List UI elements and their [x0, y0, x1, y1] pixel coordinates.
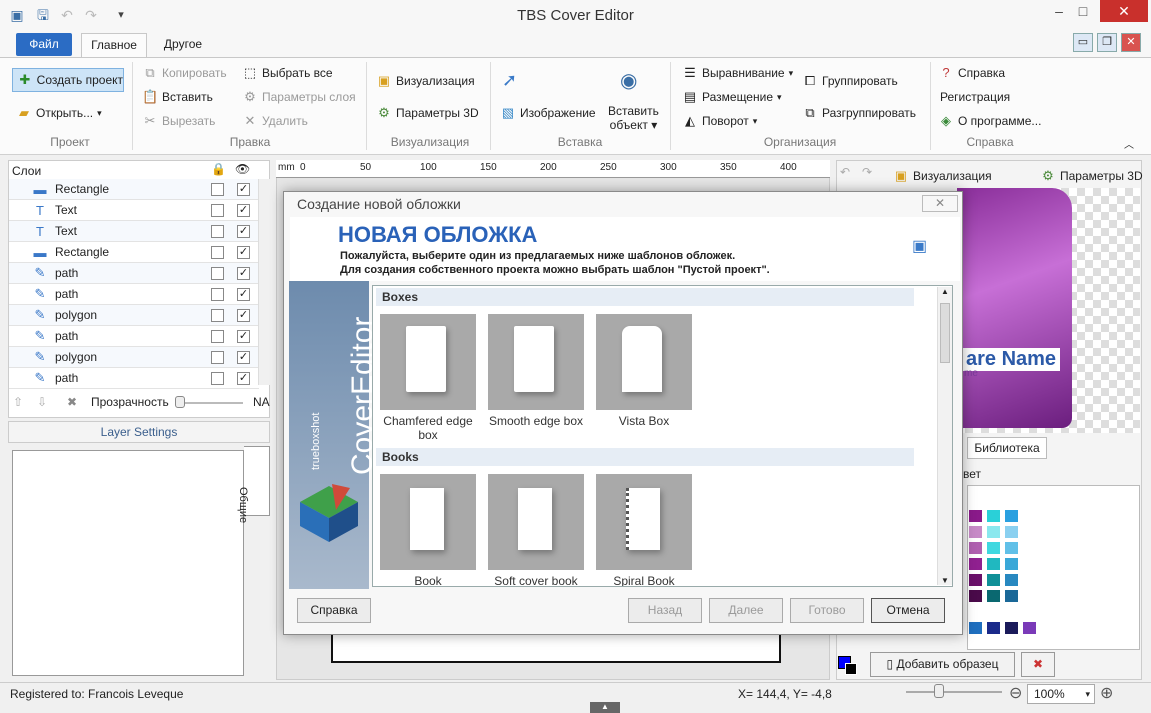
background-color-swatch[interactable]	[845, 663, 857, 675]
color-swatch[interactable]	[969, 590, 982, 602]
color-swatch[interactable]	[1023, 622, 1036, 634]
dialog-next-button[interactable]: Далее	[709, 598, 783, 623]
template-thumbnail[interactable]	[596, 314, 692, 410]
template-category: Boxes	[376, 288, 914, 306]
template-label: Book	[414, 574, 442, 586]
color-swatch[interactable]	[1005, 590, 1018, 602]
expand-panel-icon[interactable]: ▲	[590, 702, 620, 713]
template-list: Boxes Chamfered edge box Smooth edge box Vi…	[0, 0, 1151, 586]
dialog-done-button[interactable]: Готово	[790, 598, 864, 623]
add-sample-icon: ▯	[886, 657, 897, 671]
template-label: Smooth edge box	[488, 414, 584, 428]
color-swatch[interactable]	[969, 622, 982, 634]
template-thumbnail[interactable]	[488, 474, 584, 570]
template-thumbnail[interactable]	[380, 314, 476, 410]
scroll-up-icon[interactable]: ▲	[941, 287, 949, 296]
dialog-cancel-button[interactable]: Отмена	[871, 598, 945, 623]
template-thumbnail[interactable]	[488, 314, 584, 410]
color-swatch[interactable]	[987, 590, 1000, 602]
template-shape	[410, 488, 444, 550]
scroll-down-icon[interactable]: ▼	[941, 576, 949, 585]
cursor-coordinates: X= 144,4, Y= -4,8	[738, 687, 832, 701]
gallery-scroll-thumb[interactable]	[940, 303, 950, 363]
template-shape	[622, 326, 662, 392]
template-shape	[626, 488, 660, 550]
zoom-out-icon[interactable]: ⊖	[1009, 683, 1022, 703]
gallery-scrollbar[interactable]: ▲ ▼	[937, 287, 952, 585]
zoom-in-icon[interactable]: ⊕	[1100, 683, 1113, 703]
delete-sample-icon: ✖	[1032, 657, 1044, 671]
template-label: Spiral Book	[613, 574, 675, 586]
template-thumbnail[interactable]	[596, 474, 692, 570]
template-label: Soft cover book	[494, 574, 578, 586]
zoom-slider-thumb[interactable]	[934, 684, 944, 698]
template-label: Chamfered edge box	[383, 414, 473, 442]
color-swatch[interactable]	[987, 622, 1000, 634]
delete-sample-button[interactable]: ✖	[1021, 652, 1055, 677]
template-shape	[518, 488, 552, 550]
add-sample-button[interactable]: ▯ Добавить образец	[870, 652, 1015, 677]
template-label: Vista Box	[618, 414, 670, 428]
zoom-select[interactable]: 100% ▾	[1027, 684, 1095, 704]
registration-status: Registered to: Francois Leveque	[10, 687, 184, 701]
color-swatch[interactable]	[1005, 622, 1018, 634]
template-category: Books	[376, 448, 914, 466]
dialog-help-button[interactable]: Справка	[297, 598, 371, 623]
template-shape	[406, 326, 446, 392]
template-shape	[514, 326, 554, 392]
zoom-slider-track[interactable]	[906, 691, 1002, 693]
dialog-back-button[interactable]: Назад	[628, 598, 702, 623]
template-thumbnail[interactable]	[380, 474, 476, 570]
